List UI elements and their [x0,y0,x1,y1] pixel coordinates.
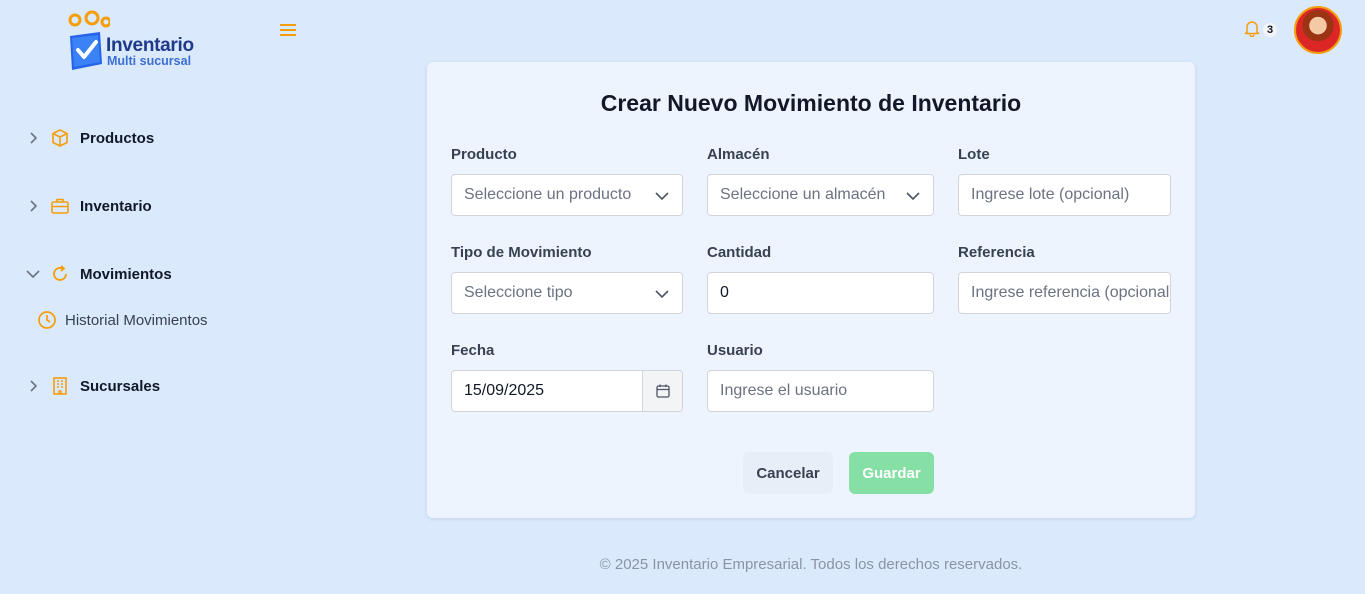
producto-select[interactable]: Seleccione un producto [451,174,683,216]
bell-icon [1243,19,1261,42]
lote-placeholder: Ingrese lote (opcional) [971,186,1130,203]
almacen-select-value: Seleccione un almacén [720,186,886,203]
form-title: Crear Nuevo Movimiento de Inventario [600,90,1022,116]
referencia-label: Referencia [958,244,1035,261]
notification-count-badge: 3 [1263,23,1278,37]
referencia-placeholder: Ingrese referencia (opcional) [971,284,1171,301]
chevron-down-icon [655,290,669,299]
building-icon [50,376,70,396]
chevron-down-icon [655,192,669,201]
producto-select-value: Seleccione un producto [464,186,632,203]
refresh-icon [50,264,70,284]
notifications-button[interactable]: 3 [1243,20,1279,40]
usuario-placeholder: Ingrese el usuario [720,382,848,399]
cantidad-value: 0 [720,284,729,301]
chevron-down-icon [906,192,920,201]
calendar-icon [655,384,670,398]
usuario-input[interactable]: Ingrese el usuario [707,370,934,412]
usuario-label: Usuario [707,342,763,359]
sidebar-subitem-historial[interactable]: Historial Movimientos [37,306,208,334]
box-icon [50,128,70,148]
sidebar-item-label: Movimientos [80,265,172,283]
tipo-movimiento-select[interactable]: Seleccione tipo [451,272,683,314]
sidebar-item-label: Inventario [80,197,152,215]
menu-toggle-icon[interactable] [278,20,298,40]
footer-copyright: © 2025 Inventario Empresarial. Todos los… [599,556,1023,573]
movement-form-card: Crear Nuevo Movimiento de Inventario Pro… [427,62,1195,518]
lote-label: Lote [958,146,990,163]
clock-icon [37,310,57,330]
sidebar-item-inventario[interactable]: Inventario [26,191,152,221]
almacen-select[interactable]: Seleccione un almacén [707,174,934,216]
logo-icon [68,10,110,70]
fecha-value: 15/09/2025 [464,382,545,399]
user-avatar[interactable] [1294,6,1342,54]
tipo-select-value: Seleccione tipo [464,284,573,301]
fecha-input[interactable]: 15/09/2025 [451,370,683,412]
cantidad-label: Cantidad [707,244,772,261]
tipo-movimiento-label: Tipo de Movimiento [451,244,592,261]
chevron-right-icon [26,379,40,393]
sidebar-item-label: Sucursales [80,377,161,395]
lote-input[interactable]: Ingrese lote (opcional) [958,174,1171,216]
briefcase-icon [50,196,70,216]
producto-label: Producto [451,146,517,163]
cancel-button[interactable]: Cancelar [743,452,833,494]
brand-subtitle: Multi sucursal [107,54,192,68]
sidebar-item-movimientos[interactable]: Movimientos [26,259,172,289]
sidebar-subitem-label: Historial Movimientos [65,311,208,329]
chevron-right-icon [26,199,40,213]
sidebar-item-sucursales[interactable]: Sucursales [26,371,160,401]
date-picker-button[interactable] [642,371,682,411]
chevron-down-icon [26,267,40,281]
app-logo[interactable]: Inventario Multi sucursal [66,10,206,72]
referencia-input[interactable]: Ingrese referencia (opcional) [958,272,1171,314]
fecha-label: Fecha [451,342,495,359]
chevron-right-icon [26,131,40,145]
almacen-label: Almacén [707,146,770,163]
save-button[interactable]: Guardar [849,452,934,494]
sidebar-item-productos[interactable]: Productos [26,123,154,153]
sidebar-item-label: Productos [80,129,155,147]
cantidad-input[interactable]: 0 [707,272,934,314]
